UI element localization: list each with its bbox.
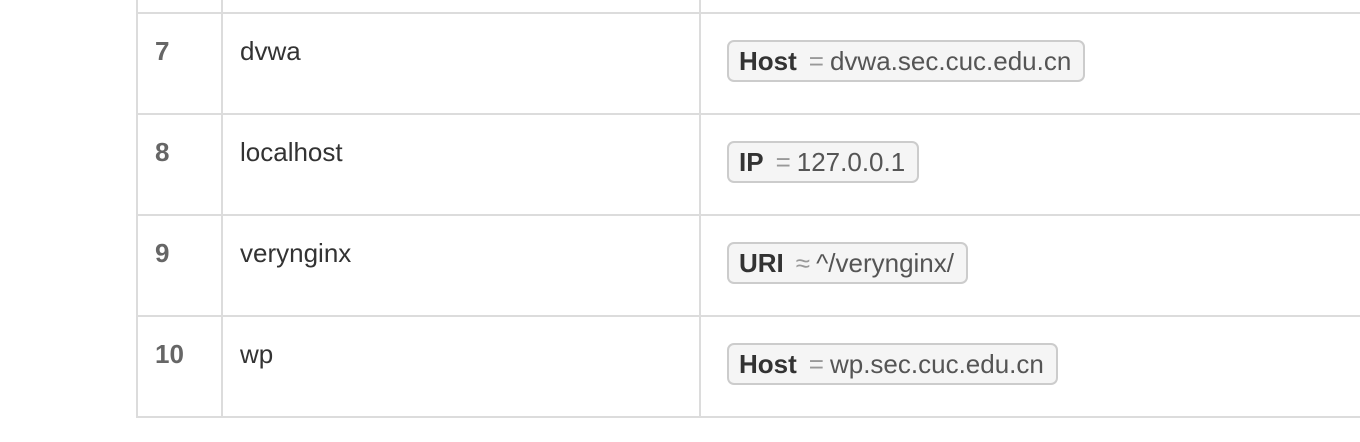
condition-badge[interactable]: URI ≈ ^/verynginx/ xyxy=(727,242,968,284)
condition-value: dvwa.sec.cuc.edu.cn xyxy=(829,45,1072,76)
matcher-name: localhost xyxy=(223,115,701,214)
condition-badge[interactable]: IP = 127.0.0.1 xyxy=(727,141,920,183)
condition-cell: Host = wp.sec.cuc.edu.cn xyxy=(701,317,1360,416)
table-row[interactable]: 9 verynginx URI ≈ ^/verynginx/ xyxy=(138,216,1360,317)
table-row-partial xyxy=(138,0,1360,22)
condition-value: 127.0.0.1 xyxy=(796,146,906,177)
condition-badge[interactable]: Host = dvwa.sec.cuc.edu.cn xyxy=(727,40,1086,82)
matcher-name: wp xyxy=(223,317,701,416)
table-row[interactable]: 10 wp Host = wp.sec.cuc.edu.cn xyxy=(138,317,1360,418)
row-number: 8 xyxy=(138,115,223,214)
condition-key: IP xyxy=(739,146,764,177)
condition-cell: IP = 127.0.0.1 xyxy=(701,115,1360,214)
condition-operator: ≈ xyxy=(795,247,811,278)
condition-operator: = xyxy=(808,348,824,379)
matcher-table: 7 dvwa Host = dvwa.sec.cuc.edu.cn 8 loca… xyxy=(136,0,1360,418)
row-number: 7 xyxy=(138,14,223,113)
condition-key: Host xyxy=(739,348,797,379)
matcher-name: verynginx xyxy=(223,216,701,315)
condition-operator: = xyxy=(808,45,824,76)
condition-badge[interactable]: Host = wp.sec.cuc.edu.cn xyxy=(727,343,1058,385)
condition-operator: = xyxy=(775,146,791,177)
row-number: 10 xyxy=(138,317,223,416)
condition-cell: Host = dvwa.sec.cuc.edu.cn xyxy=(701,14,1360,113)
table-row[interactable]: 8 localhost IP = 127.0.0.1 xyxy=(138,115,1360,216)
condition-value: ^/verynginx/ xyxy=(816,247,954,278)
row-number: 9 xyxy=(138,216,223,315)
condition-value: wp.sec.cuc.edu.cn xyxy=(829,348,1044,379)
matcher-name: dvwa xyxy=(223,14,701,113)
condition-key: Host xyxy=(739,45,797,76)
table-row[interactable]: 7 dvwa Host = dvwa.sec.cuc.edu.cn xyxy=(138,14,1360,115)
condition-cell: URI ≈ ^/verynginx/ xyxy=(701,216,1360,315)
condition-key: URI xyxy=(739,247,784,278)
